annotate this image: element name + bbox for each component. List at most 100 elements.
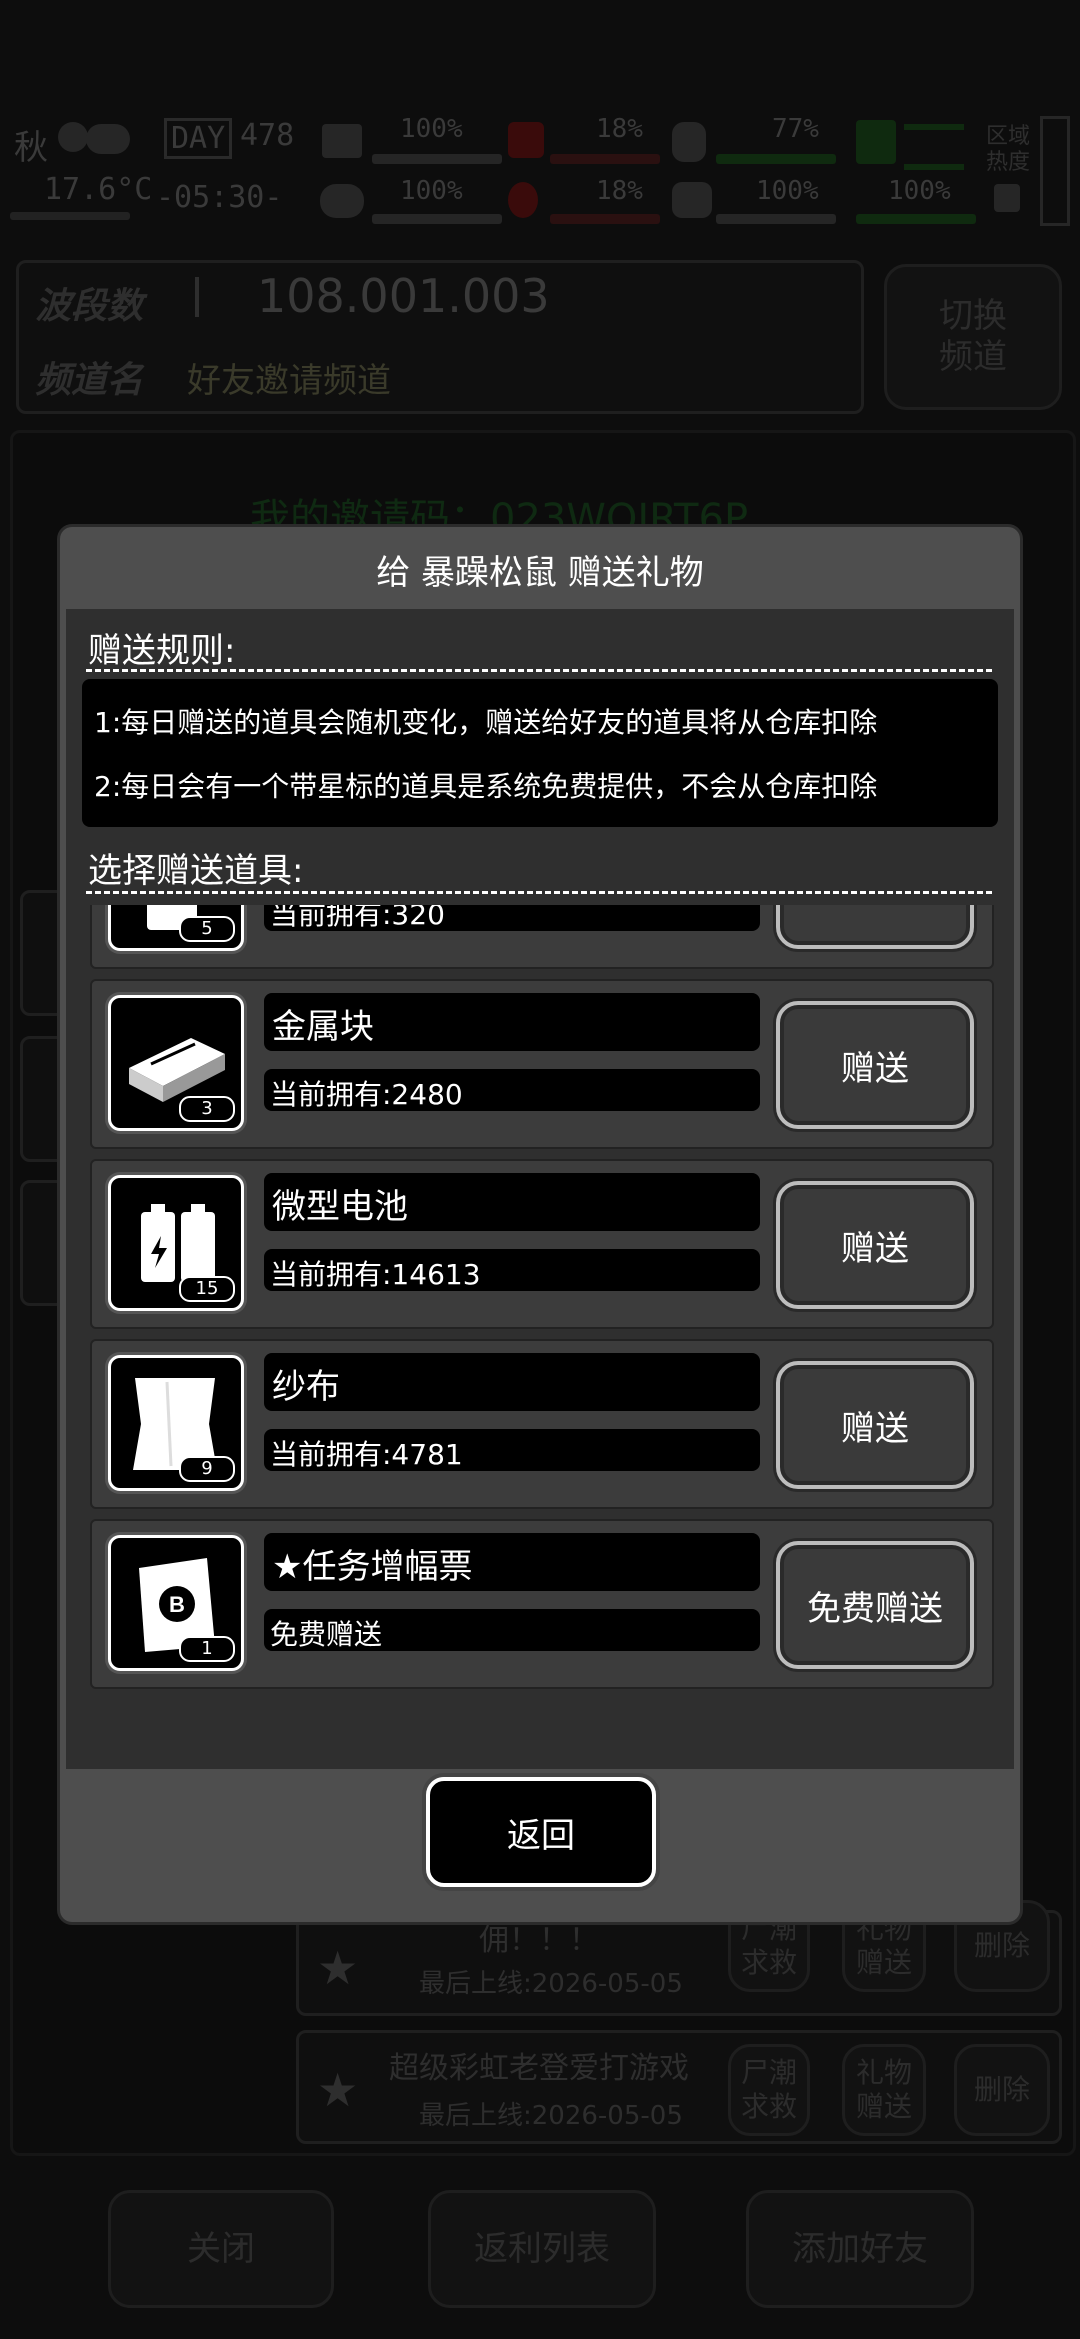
item-name: 纱布: [272, 1367, 340, 1407]
channel-value: 好友邀请频道: [187, 361, 391, 401]
antenna-icon: [195, 277, 233, 317]
gift-item: 15 微型电池 当前拥有:14613 赠送: [90, 1159, 994, 1329]
ticket-bag-icon: B 1: [108, 1535, 244, 1671]
stamina-icon: [672, 122, 706, 162]
radio-panel: 波段数 108.001.003 频道名 好友邀请频道: [16, 260, 864, 414]
channel-label: 频道名: [35, 360, 144, 401]
item-owned-box: 当前拥有:320: [264, 905, 760, 931]
dialog-title: 给 暴躁松鼠 赠送礼物: [376, 553, 704, 593]
friend-last-online: 最后上线:2026-05-05: [419, 2101, 683, 2131]
band-label: 波段数: [35, 286, 144, 327]
item-name: 微型电池: [272, 1187, 408, 1227]
misc-percent: 100%: [888, 176, 951, 206]
rules-box: 1:每日赠送的道具会随机变化，赠送给好友的道具将从仓库扣除 2:每日会有一个带星…: [82, 679, 998, 827]
hunger-bar: [550, 154, 660, 164]
band-value: 108.001.003: [257, 269, 550, 323]
gift-item: 3 金属块 当前拥有:2480 赠送: [90, 979, 994, 1149]
hunger-percent: 18%: [596, 114, 643, 144]
thirst-drop-icon: [508, 182, 538, 218]
dialog-body: 赠送规则: 1:每日赠送的道具会随机变化，赠送给好友的道具将从仓库扣除 2:每日…: [66, 609, 1014, 1769]
gift-item: 5 燃油 当前拥有:320 赠送: [90, 905, 994, 969]
brain-icon: [320, 184, 364, 218]
gift-item-list[interactable]: 5 燃油 当前拥有:320 赠送 3 金属块 当前拥有:2480 赠送: [72, 905, 1008, 1763]
add-friend-button[interactable]: 添加好友: [746, 2190, 974, 2308]
star-icon: ★: [317, 2063, 359, 2117]
gift-item: 9 纱布 当前拥有:4781 赠送: [90, 1339, 994, 1509]
friend-row: ★ 佣！！！ 最后上线:2026-05-05: [296, 1910, 1062, 2016]
friend-last-online: 最后上线:2026-05-05: [419, 1969, 683, 1999]
svg-text:B: B: [169, 1592, 185, 1617]
dashed-divider: [86, 669, 992, 672]
item-owned-box: 当前拥有:2480: [264, 1069, 760, 1111]
item-owned-box: 当前拥有:14613: [264, 1249, 760, 1291]
item-owned-box: 当前拥有:4781: [264, 1429, 760, 1471]
item-quantity: 15: [179, 1276, 235, 1302]
stamina-bar: [716, 154, 836, 164]
cloud-icon: [86, 124, 130, 154]
metal-block-icon: 3: [108, 995, 244, 1131]
side-gauge: [1040, 116, 1070, 226]
select-item-label: 选择赠送道具:: [88, 851, 304, 891]
health-bar: [372, 154, 502, 164]
item-owned: 当前拥有:2480: [270, 1078, 463, 1111]
region-bars-icon: [904, 124, 964, 170]
item-quantity: 3: [179, 1096, 235, 1122]
item-name: ★任务增幅票: [272, 1547, 473, 1587]
item-quantity: 5: [179, 916, 235, 942]
item-owned: 免费赠送: [270, 1618, 383, 1651]
stamina-percent: 77%: [772, 114, 819, 144]
give-button[interactable]: 赠送: [776, 1361, 974, 1489]
thirst-bar: [550, 214, 660, 224]
friend-name: 超级彩虹老登爱打游戏: [389, 2051, 689, 2086]
switch-channel-button[interactable]: 切换 频道: [884, 264, 1062, 410]
leaf-icon: [58, 122, 88, 152]
gift-item: B 1 ★任务增幅票 免费赠送 免费赠送: [90, 1519, 994, 1689]
star-icon: ★: [317, 1941, 359, 1995]
item-owned: 当前拥有:14613: [270, 1258, 481, 1291]
fuel-bucket-icon: 5: [108, 905, 244, 951]
mood-percent: 100%: [756, 176, 819, 206]
item-owned: 当前拥有:4781: [270, 1438, 463, 1471]
item-name-box: 纱布: [264, 1353, 760, 1411]
rebate-list-button[interactable]: 返利列表: [428, 2190, 656, 2308]
rule-text: 2:每日会有一个带星标的道具是系统免费提供，不会从仓库扣除: [94, 770, 878, 803]
item-quantity: 9: [179, 1456, 235, 1482]
brain-percent: 100%: [400, 176, 463, 206]
give-button[interactable]: 赠送: [776, 1181, 974, 1309]
rules-label: 赠送规则:: [88, 631, 236, 671]
back-button[interactable]: 返回: [426, 1777, 656, 1887]
thirst-percent: 18%: [596, 176, 643, 206]
brain-bar: [372, 214, 502, 224]
medkit-icon: [322, 124, 362, 158]
delete-button[interactable]: 删除: [954, 2044, 1050, 2136]
heart-icon: [672, 182, 712, 218]
item-name-box: 微型电池: [264, 1173, 760, 1231]
item-owned-box: 免费赠送: [264, 1609, 760, 1651]
friend-row: ★ 超级彩虹老登爱打游戏 最后上线:2026-05-05: [296, 2030, 1062, 2144]
item-owned: 当前拥有:320: [270, 905, 445, 931]
temperature-value: 17.6°C: [44, 172, 153, 207]
sos-button[interactable]: 尸潮 求救: [728, 2044, 810, 2136]
gift-button[interactable]: 礼物 赠送: [842, 2044, 926, 2136]
item-name-box: 金属块: [264, 993, 760, 1051]
give-button[interactable]: 赠送: [776, 905, 974, 949]
gauze-icon: 9: [108, 1355, 244, 1491]
misc-bar: [856, 214, 976, 224]
item-quantity: 1: [179, 1636, 235, 1662]
item-name-box: ★任务增幅票: [264, 1533, 760, 1591]
season-label: 秋: [14, 128, 48, 168]
clock-time: -05:30-: [156, 180, 283, 215]
hunger-icon: [508, 122, 544, 158]
hud-status-bar: 秋 17.6°C DAY 478 -05:30- 100% 100% 18% 1…: [0, 110, 1080, 230]
temperature-bar: [10, 212, 130, 220]
free-give-button[interactable]: 免费赠送: [776, 1541, 974, 1669]
battery-icon: 15: [108, 1175, 244, 1311]
day-value: 478: [240, 118, 295, 153]
region-heat-label: 区域 热度: [986, 124, 1031, 176]
mood-bar: [716, 214, 836, 224]
day-label: DAY: [164, 118, 233, 159]
speaker-icon[interactable]: [994, 184, 1020, 212]
close-button[interactable]: 关闭: [108, 2190, 334, 2308]
give-button[interactable]: 赠送: [776, 1001, 974, 1129]
health-percent: 100%: [400, 114, 463, 144]
